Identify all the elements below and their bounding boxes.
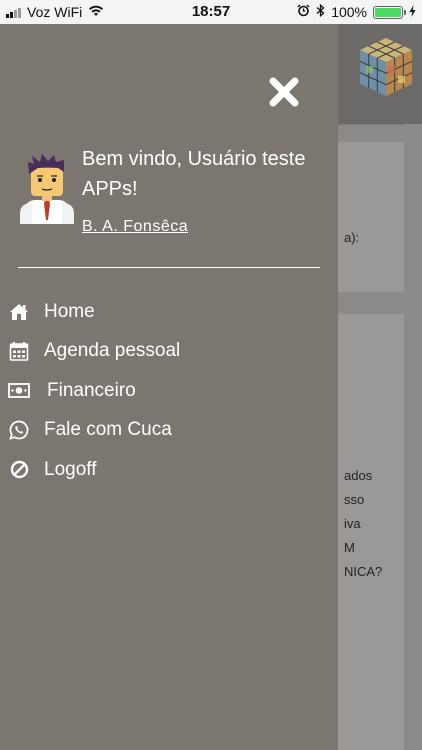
menu-item-label: Logoff (44, 458, 97, 480)
status-bar: Voz WiFi 18:57 100% (0, 0, 422, 24)
welcome-message: Bem vindo, Usuário teste APPs! (82, 148, 306, 200)
battery-percent: 100% (331, 4, 367, 20)
background-card-text: sso (344, 492, 365, 507)
menu-item-agenda[interactable]: Agenda pessoal (0, 332, 338, 372)
bluetooth-icon (316, 3, 325, 20)
background-card-text: iva (344, 516, 361, 531)
background-card-text: a): (344, 230, 360, 245)
background-divider (338, 124, 404, 125)
menu-item-label: Financeiro (47, 379, 136, 401)
menu-item-fale-com-cuca[interactable]: Fale com Cuca (0, 411, 338, 451)
navigation-drawer: Bem vindo, Usuário teste APPs! B. A. Fon… (0, 24, 338, 750)
close-button[interactable] (268, 76, 300, 108)
money-icon (8, 380, 30, 402)
battery-icon (373, 5, 406, 19)
charging-icon (409, 4, 416, 20)
divider (18, 267, 320, 268)
menu-item-financeiro[interactable]: Financeiro (0, 371, 338, 411)
rubiks-cube-icon (359, 38, 413, 96)
calendar-icon (8, 340, 30, 362)
whatsapp-icon (8, 419, 30, 441)
menu-item-label: Fale com Cuca (44, 419, 172, 441)
user-name-link[interactable]: B. A. Fonsêca (82, 218, 188, 236)
menu-item-label: Agenda pessoal (44, 340, 181, 362)
background-card-text: NICA? (344, 564, 383, 579)
home-icon (8, 301, 30, 323)
menu-item-logoff[interactable]: Logoff (0, 450, 338, 490)
background-card-text: M (344, 540, 355, 555)
menu-item-label: Home (44, 300, 95, 322)
ban-icon (8, 459, 30, 481)
background-card (338, 314, 404, 750)
drawer-menu: Home Agenda pessoal Financeiro Fale com … (0, 292, 338, 490)
close-icon (269, 77, 299, 107)
alarm-icon (297, 4, 310, 20)
background-card (338, 142, 404, 292)
avatar (20, 154, 74, 224)
background-card-text: ados (344, 468, 373, 483)
menu-item-home[interactable]: Home (0, 292, 338, 332)
